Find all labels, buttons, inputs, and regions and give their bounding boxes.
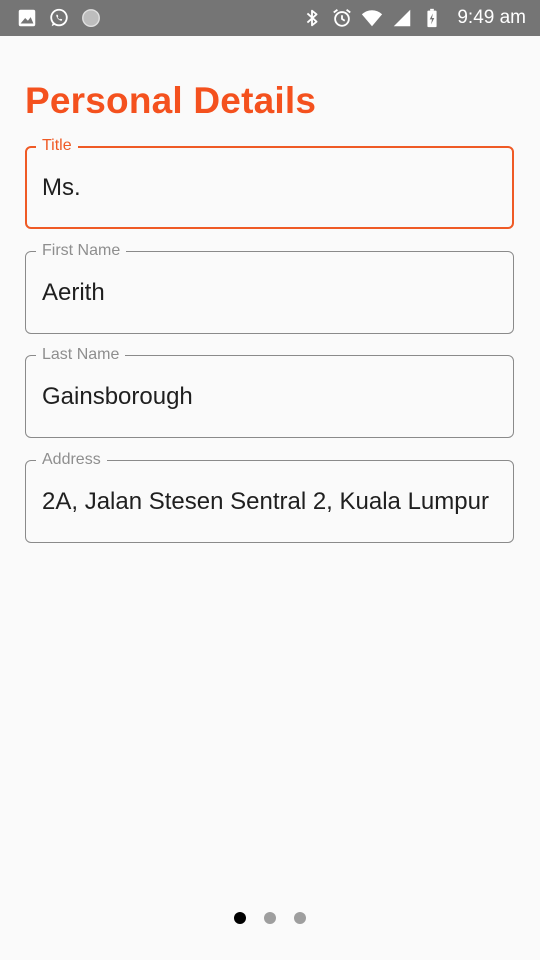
title-field[interactable]: Title Ms. [25, 136, 514, 229]
address-field[interactable]: Address 2A, Jalan Stesen Sentral 2, Kual… [25, 450, 514, 543]
bluetooth-icon [301, 7, 323, 29]
last-name-field[interactable]: Last Name Gainsborough [25, 345, 514, 438]
status-time: 9:49 am [457, 7, 526, 28]
page-dot-3[interactable] [294, 912, 306, 924]
first-name-field[interactable]: First Name Aerith [25, 241, 514, 334]
page-dot-1[interactable] [234, 912, 246, 924]
page-title: Personal Details [25, 80, 317, 121]
status-bar-right: 9:49 am [301, 6, 526, 30]
address-field-value[interactable]: 2A, Jalan Stesen Sentral 2, Kuala Lumpur [42, 487, 499, 517]
status-bar-left [16, 6, 102, 30]
first-name-field-value[interactable]: Aerith [42, 278, 499, 308]
last-name-field-label: Last Name [36, 345, 126, 365]
alarm-icon [331, 7, 353, 29]
address-field-label: Address [36, 450, 107, 470]
wifi-icon [361, 7, 383, 29]
title-field-label: Title [36, 136, 78, 156]
signal-icon [391, 7, 413, 29]
page-dot-2[interactable] [264, 912, 276, 924]
battery-charging-icon [421, 7, 443, 29]
first-name-field-label: First Name [36, 241, 127, 261]
status-bar: 9:49 am [0, 0, 540, 36]
last-name-field-value[interactable]: Gainsborough [42, 382, 499, 412]
image-icon [16, 7, 38, 29]
circle-icon [80, 7, 102, 29]
page-indicator [0, 911, 540, 925]
title-field-value[interactable]: Ms. [42, 173, 498, 203]
whatsapp-icon [48, 7, 70, 29]
